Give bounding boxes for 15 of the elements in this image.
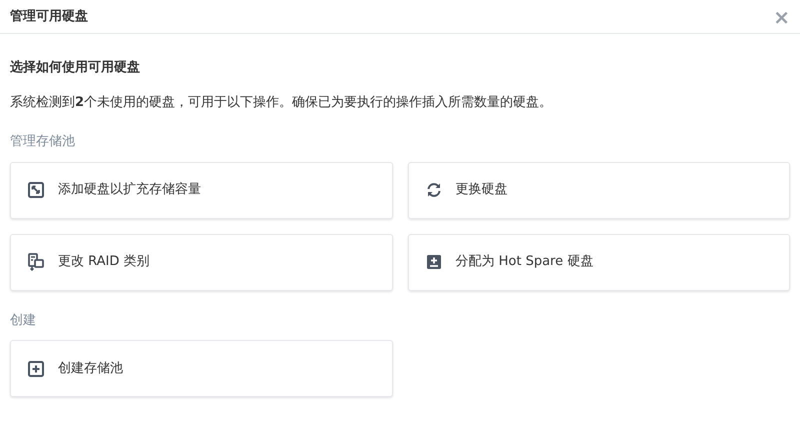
section-label: 管理存储池 [10,133,76,151]
option-card[interactable]: 分配为 Hot Spare 硬盘 [408,234,790,290]
section-label: 创建 [10,312,37,330]
add-icon [28,360,44,376]
refresh-icon [426,182,442,198]
option-card[interactable]: 更改 RAID 类别 [10,234,392,290]
disk-add-icon [426,254,442,270]
disks-icon [28,253,44,271]
resize-icon [28,182,44,198]
option-card[interactable]: 更换硬盘 [408,162,790,218]
heading: 选择如何使用可用硬盘 [10,59,141,77]
option-card[interactable]: 添加硬盘以扩充存储容量 [10,162,392,218]
option-card[interactable]: 创建存储池 [10,340,392,397]
description: 系统检测到2个未使用的硬盘，可用于以下操作。确保已为要执行的操作插入所需数量的硬盘。 [10,94,554,112]
window-title: 管理可用硬盘 [10,8,88,26]
